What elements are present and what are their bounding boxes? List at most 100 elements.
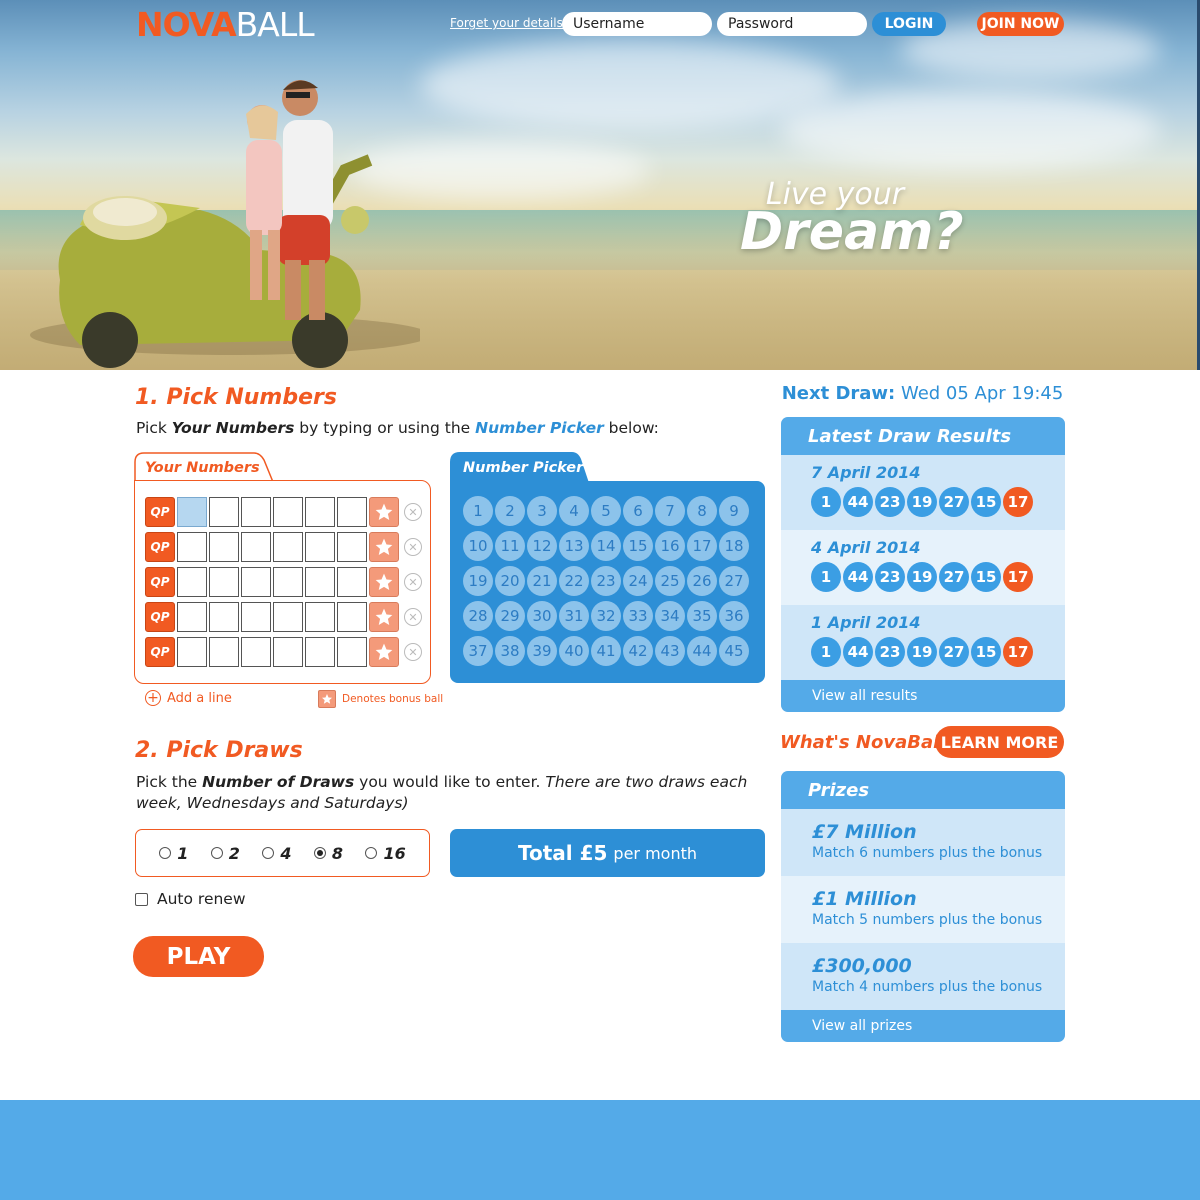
picker-ball[interactable]: 36 — [719, 601, 749, 631]
number-cell[interactable] — [241, 637, 271, 667]
picker-ball[interactable]: 42 — [623, 636, 653, 666]
radio-button[interactable] — [365, 847, 378, 859]
draw-option[interactable]: 16 — [365, 844, 406, 863]
number-cell[interactable] — [305, 532, 335, 562]
picker-ball[interactable]: 37 — [463, 636, 493, 666]
number-cell[interactable] — [241, 497, 271, 527]
draw-option[interactable]: 4 — [262, 844, 291, 863]
bonus-star-icon[interactable] — [369, 532, 399, 562]
picker-ball[interactable]: 33 — [623, 601, 653, 631]
number-cell[interactable] — [305, 567, 335, 597]
novaball-logo[interactable]: NOVA BALL — [136, 5, 315, 44]
number-cell[interactable] — [241, 602, 271, 632]
view-all-results-link[interactable]: View all results — [781, 680, 1065, 712]
picker-ball[interactable]: 12 — [527, 531, 557, 561]
picker-ball[interactable]: 35 — [687, 601, 717, 631]
picker-ball[interactable]: 9 — [719, 496, 749, 526]
picker-ball[interactable]: 40 — [559, 636, 589, 666]
picker-ball[interactable]: 31 — [559, 601, 589, 631]
number-cell[interactable] — [241, 567, 271, 597]
clear-line-icon[interactable]: ✕ — [404, 538, 422, 556]
picker-ball[interactable]: 18 — [719, 531, 749, 561]
picker-ball[interactable]: 13 — [559, 531, 589, 561]
checkbox-icon[interactable] — [135, 892, 148, 906]
picker-ball[interactable]: 27 — [719, 566, 749, 596]
clear-line-icon[interactable]: ✕ — [404, 503, 422, 521]
picker-ball[interactable]: 1 — [463, 496, 493, 526]
picker-ball[interactable]: 11 — [495, 531, 525, 561]
clear-line-icon[interactable]: ✕ — [404, 573, 422, 591]
picker-ball[interactable]: 34 — [655, 601, 685, 631]
quick-pick-button[interactable]: QP — [145, 567, 175, 597]
number-cell[interactable] — [177, 497, 207, 527]
picker-ball[interactable]: 22 — [559, 566, 589, 596]
number-cell[interactable] — [177, 567, 207, 597]
number-cell[interactable] — [273, 532, 303, 562]
number-cell[interactable] — [177, 532, 207, 562]
username-input[interactable] — [562, 12, 712, 36]
number-cell[interactable] — [337, 637, 367, 667]
add-line-button[interactable]: + Add a line — [145, 690, 232, 706]
picker-ball[interactable]: 6 — [623, 496, 653, 526]
number-cell[interactable] — [337, 602, 367, 632]
picker-ball[interactable]: 23 — [591, 566, 621, 596]
picker-ball[interactable]: 30 — [527, 601, 557, 631]
picker-ball[interactable]: 14 — [591, 531, 621, 561]
number-cell[interactable] — [209, 532, 239, 562]
clear-line-icon[interactable]: ✕ — [404, 608, 422, 626]
forgot-details-link[interactable]: Forget your details? — [450, 16, 569, 30]
number-cell[interactable] — [337, 567, 367, 597]
picker-ball[interactable]: 19 — [463, 566, 493, 596]
number-cell[interactable] — [273, 497, 303, 527]
picker-ball[interactable]: 8 — [687, 496, 717, 526]
learn-more-button[interactable]: LEARN MORE — [935, 726, 1064, 758]
draw-option[interactable]: 2 — [210, 844, 240, 863]
radio-button[interactable] — [210, 847, 223, 859]
bonus-star-icon[interactable] — [369, 567, 399, 597]
number-cell[interactable] — [337, 497, 367, 527]
draw-option[interactable]: 8 — [313, 844, 343, 863]
clear-line-icon[interactable]: ✕ — [404, 643, 422, 661]
bonus-star-icon[interactable] — [369, 602, 399, 632]
picker-ball[interactable]: 29 — [495, 601, 525, 631]
quick-pick-button[interactable]: QP — [145, 532, 175, 562]
quick-pick-button[interactable]: QP — [145, 497, 175, 527]
picker-ball[interactable]: 38 — [495, 636, 525, 666]
picker-ball[interactable]: 28 — [463, 601, 493, 631]
picker-ball[interactable]: 10 — [463, 531, 493, 561]
picker-ball[interactable]: 5 — [591, 496, 621, 526]
quick-pick-button[interactable]: QP — [145, 602, 175, 632]
number-cell[interactable] — [305, 602, 335, 632]
picker-ball[interactable]: 26 — [687, 566, 717, 596]
number-cell[interactable] — [241, 532, 271, 562]
picker-ball[interactable]: 2 — [495, 496, 525, 526]
quick-pick-button[interactable]: QP — [145, 637, 175, 667]
number-cell[interactable] — [209, 497, 239, 527]
login-button[interactable]: LOGIN — [872, 12, 946, 36]
picker-ball[interactable]: 3 — [527, 496, 557, 526]
number-cell[interactable] — [273, 602, 303, 632]
picker-ball[interactable]: 41 — [591, 636, 621, 666]
picker-ball[interactable]: 20 — [495, 566, 525, 596]
picker-ball[interactable]: 32 — [591, 601, 621, 631]
picker-ball[interactable]: 4 — [559, 496, 589, 526]
auto-renew-checkbox[interactable]: Auto renew — [135, 890, 246, 908]
picker-ball[interactable]: 45 — [719, 636, 749, 666]
picker-ball[interactable]: 39 — [527, 636, 557, 666]
number-cell[interactable] — [177, 637, 207, 667]
picker-ball[interactable]: 21 — [527, 566, 557, 596]
number-cell[interactable] — [337, 532, 367, 562]
number-cell[interactable] — [305, 637, 335, 667]
picker-ball[interactable]: 44 — [687, 636, 717, 666]
bonus-star-icon[interactable] — [369, 497, 399, 527]
password-input[interactable] — [717, 12, 867, 36]
radio-button[interactable] — [313, 847, 326, 859]
picker-ball[interactable]: 16 — [655, 531, 685, 561]
picker-ball[interactable]: 15 — [623, 531, 653, 561]
picker-ball[interactable]: 17 — [687, 531, 717, 561]
play-button[interactable]: PLAY — [133, 936, 264, 977]
radio-button[interactable] — [262, 847, 275, 859]
view-all-prizes-link[interactable]: View all prizes — [781, 1010, 1065, 1042]
radio-button[interactable] — [159, 847, 172, 859]
picker-ball[interactable]: 25 — [655, 566, 685, 596]
